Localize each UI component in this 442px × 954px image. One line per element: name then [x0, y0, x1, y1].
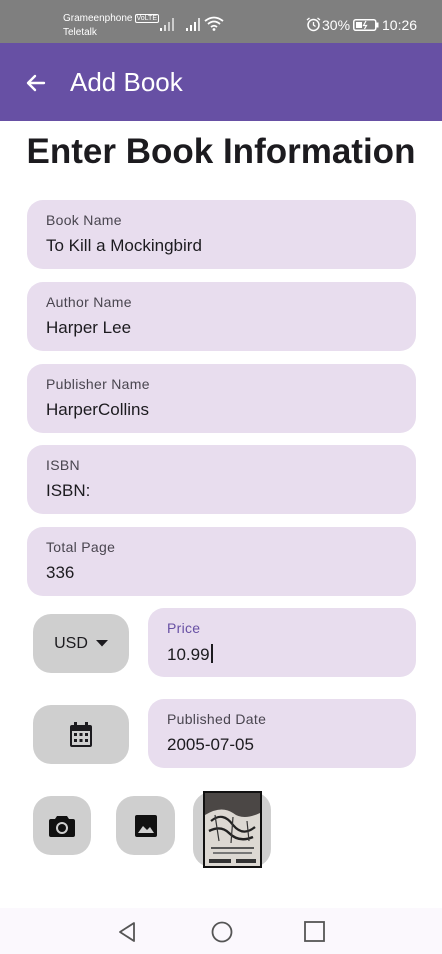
nav-back-icon[interactable]: [117, 921, 137, 943]
author-name-field[interactable]: Author Name Harper Lee: [27, 282, 416, 351]
isbn-value: ISBN:: [46, 481, 91, 500]
carrier-2: Teletalk: [63, 27, 97, 38]
published-date-field[interactable]: Published Date 2005-07-05: [148, 699, 416, 768]
total-page-field[interactable]: Total Page 336: [27, 527, 416, 596]
currency-selected: USD: [54, 634, 88, 652]
cover-thumbnail-container[interactable]: [193, 791, 271, 868]
page-heading: Enter Book Information: [26, 132, 416, 171]
publisher-name-field[interactable]: Publisher Name HarperCollins: [27, 364, 416, 433]
price-value: 10.99: [167, 645, 210, 664]
alarm-icon: [306, 17, 321, 32]
book-name-field[interactable]: Book Name To Kill a Mockingbird: [27, 200, 416, 269]
calendar-icon: [70, 721, 92, 747]
book-name-label: Book Name: [46, 212, 122, 228]
author-name-label: Author Name: [46, 294, 132, 310]
currency-dropdown[interactable]: USD: [33, 614, 129, 673]
book-name-value: To Kill a Mockingbird: [46, 236, 202, 255]
publisher-name-label: Publisher Name: [46, 376, 150, 392]
signal-1-icon: [160, 18, 174, 31]
date-picker-button[interactable]: [33, 705, 129, 764]
total-page-value: 336: [46, 563, 75, 582]
camera-icon: [49, 815, 75, 837]
published-date-label: Published Date: [167, 711, 267, 727]
isbn-field[interactable]: ISBN ISBN:: [27, 445, 416, 514]
price-input[interactable]: 10.99: [167, 644, 213, 665]
text-cursor: [210, 644, 213, 663]
system-nav-bar: [0, 908, 442, 954]
carrier-1-name: Grameenphone: [63, 13, 133, 24]
wifi-icon: [204, 16, 224, 31]
published-date-value: 2005-07-05: [167, 735, 254, 754]
arrow-back-icon: [26, 74, 46, 92]
carrier-1: Grameenphone VoLTE: [63, 13, 159, 24]
price-field[interactable]: Price 10.99: [148, 608, 416, 677]
status-bar: Grameenphone VoLTE Teletalk 30% 10:26: [0, 0, 442, 43]
total-page-label: Total Page: [46, 539, 116, 555]
battery-percent: 30%: [322, 17, 351, 33]
gallery-button[interactable]: [116, 796, 175, 855]
app-bar: Add Book: [0, 43, 442, 121]
book-cover-thumbnail: [203, 791, 262, 868]
signal-2-icon: [186, 18, 200, 31]
image-icon: [134, 814, 157, 837]
publisher-name-value: HarperCollins: [46, 400, 149, 419]
battery-charging-icon: [353, 19, 379, 31]
isbn-label: ISBN: [46, 457, 80, 473]
clock: 10:26: [382, 17, 418, 33]
dropdown-arrow-icon: [95, 640, 108, 647]
volte-badge: VoLTE: [134, 14, 159, 23]
price-label: Price: [167, 620, 201, 636]
back-button[interactable]: [20, 67, 52, 99]
author-name-value: Harper Lee: [46, 318, 132, 337]
app-title: Add Book: [70, 67, 183, 97]
nav-recents-icon[interactable]: [304, 921, 325, 942]
nav-home-icon[interactable]: [211, 921, 233, 943]
camera-button[interactable]: [33, 796, 91, 855]
